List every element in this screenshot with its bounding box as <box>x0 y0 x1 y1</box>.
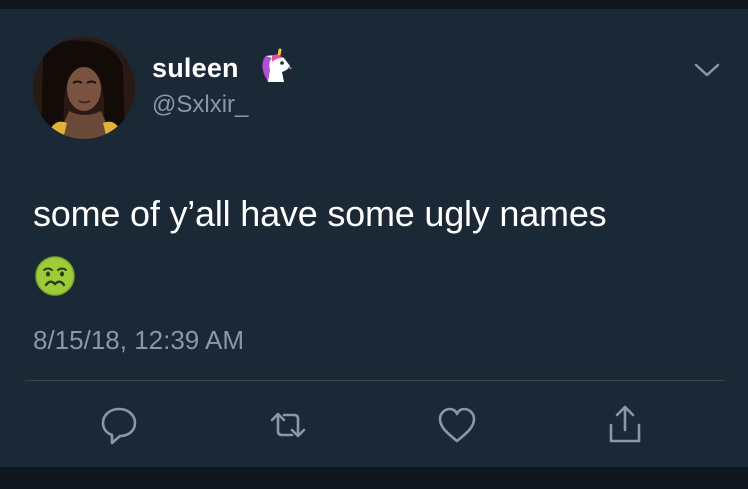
divider <box>25 380 725 381</box>
bottom-bar <box>0 467 748 489</box>
like-icon[interactable] <box>435 403 479 447</box>
display-name[interactable]: suleen <box>152 52 239 84</box>
tweet-text: some of y’all have some ugly names <box>33 193 607 234</box>
share-icon[interactable] <box>603 403 647 447</box>
top-bar <box>0 0 748 9</box>
reply-icon[interactable] <box>97 403 141 447</box>
avatar[interactable] <box>33 37 135 139</box>
timestamp[interactable]: 8/15/18, 12:39 AM <box>33 323 244 357</box>
nauseated-face-icon <box>34 255 76 297</box>
handle[interactable]: @Sxlxir_ <box>152 90 248 120</box>
chevron-down-icon[interactable] <box>690 58 724 82</box>
retweet-icon[interactable] <box>266 403 310 447</box>
unicorn-icon <box>258 48 296 84</box>
